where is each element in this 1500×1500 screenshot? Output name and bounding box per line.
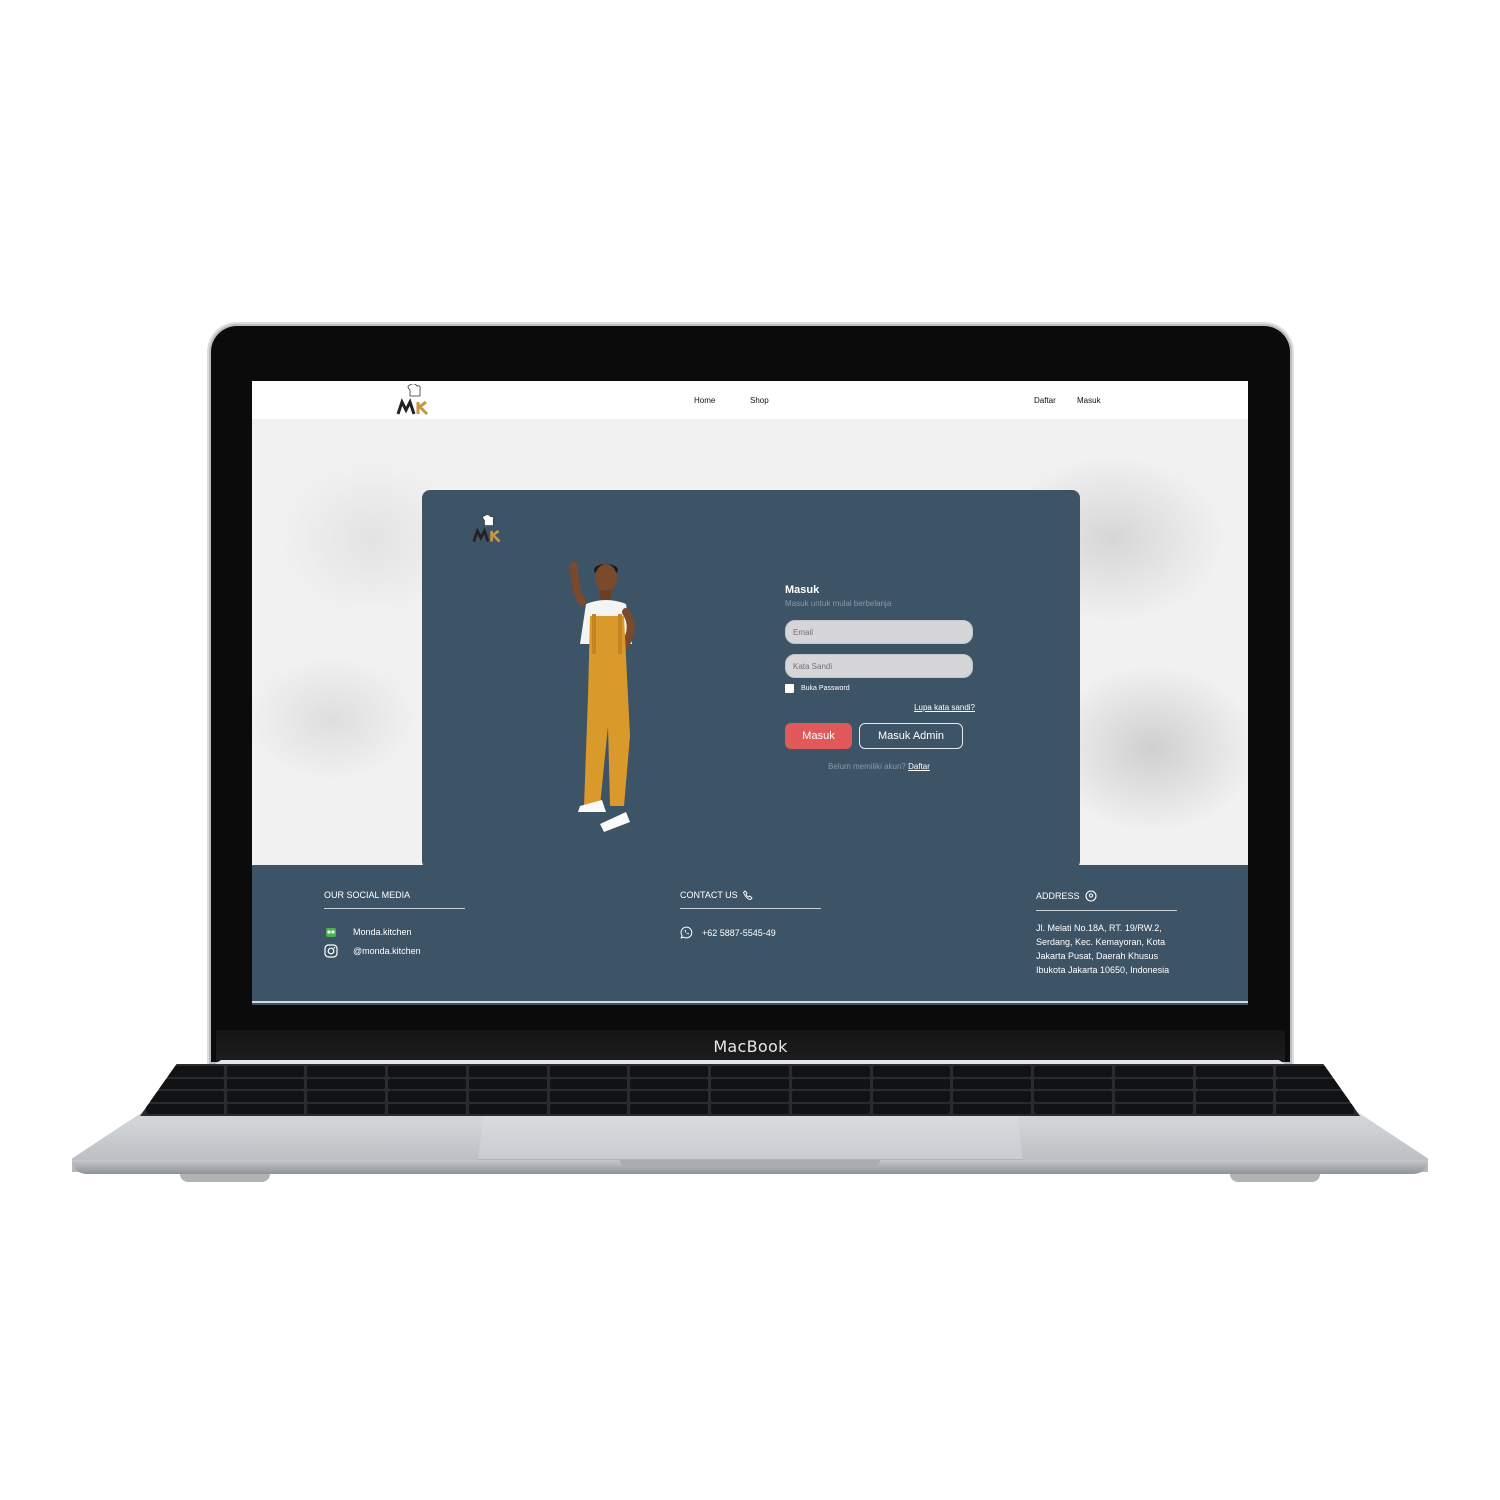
trackpad <box>478 1116 1023 1160</box>
social-tokopedia-label[interactable]: Monda.kitchen <box>353 927 412 937</box>
show-password-row: Buka Password <box>785 684 975 693</box>
social-instagram-label[interactable]: @monda.kitchen <box>353 946 421 956</box>
navbar: Home Shop Daftar Masuk <box>252 381 1248 419</box>
login-subtitle: Masuk untuk mulai berbelanja <box>785 599 892 608</box>
footer-social: OUR SOCIAL MEDIA Monda.kitchen @monda.ki… <box>324 890 474 958</box>
whatsapp-icon <box>680 926 693 939</box>
laptop-chin: MacBook <box>216 1030 1285 1062</box>
social-title: OUR SOCIAL MEDIA <box>324 890 411 900</box>
contact-phone[interactable]: +62 5887-5545-49 <box>702 928 776 938</box>
browser-screen: Home Shop Daftar Masuk Masuk Masuk untuk… <box>252 381 1248 1005</box>
footer-contact: CONTACT US +62 5887-5545-49 <box>680 890 830 939</box>
login-button[interactable]: Masuk <box>785 723 852 749</box>
laptop-foot-left <box>180 1174 270 1182</box>
admin-login-button[interactable]: Masuk Admin <box>859 723 963 749</box>
register-prompt: Belum memiliki akun? Daftar <box>785 762 973 771</box>
address-text: Jl. Melati No.18A, RT. 19/RW.2, Serdang,… <box>1036 923 1170 975</box>
device-brand-label: MacBook <box>713 1036 788 1056</box>
nav-login[interactable]: Masuk <box>1077 396 1101 405</box>
address-title: ADDRESS <box>1036 891 1080 901</box>
no-account-text: Belum memiliki akun? <box>828 762 906 771</box>
hero-background: Masuk Masuk untuk mulai berbelanja Buka … <box>252 419 1248 869</box>
nav-register[interactable]: Daftar <box>1034 396 1056 405</box>
nav-home[interactable]: Home <box>694 396 715 405</box>
address-divider <box>1036 910 1177 911</box>
phone-call-icon <box>742 890 753 900</box>
social-divider <box>324 908 465 909</box>
forgot-password-link[interactable]: Lupa kata sandi? <box>785 703 975 712</box>
card-logo <box>472 514 501 543</box>
monda-kitchen-logo[interactable] <box>396 384 432 418</box>
login-buttons: Masuk Masuk Admin <box>785 723 975 749</box>
login-form: Masuk Masuk untuk mulai berbelanja Buka … <box>785 584 975 771</box>
screen-bottom-line <box>252 1001 1248 1003</box>
login-card: Masuk Masuk untuk mulai berbelanja Buka … <box>422 490 1080 869</box>
password-input[interactable] <box>785 654 973 678</box>
instagram-icon <box>324 944 338 958</box>
location-pin-icon <box>1084 890 1097 902</box>
footer: OUR SOCIAL MEDIA Monda.kitchen @monda.ki… <box>252 865 1248 1005</box>
contact-divider <box>680 908 821 909</box>
tokopedia-icon <box>326 928 336 937</box>
lid-notch <box>620 1160 880 1166</box>
laptop-foot-right <box>1230 1174 1320 1182</box>
show-password-checkbox[interactable] <box>785 684 794 693</box>
register-link[interactable]: Daftar <box>908 762 930 771</box>
nav-shop[interactable]: Shop <box>750 396 769 405</box>
email-input[interactable] <box>785 620 973 644</box>
login-title: Masuk <box>785 584 820 596</box>
character-illustration <box>570 562 635 832</box>
show-password-label: Buka Password <box>801 685 850 692</box>
laptop-keyboard <box>140 1064 1360 1116</box>
contact-title: CONTACT US <box>680 890 738 900</box>
footer-address: ADDRESS Jl. Melati No.18A, RT. 19/RW.2, … <box>1036 890 1186 977</box>
